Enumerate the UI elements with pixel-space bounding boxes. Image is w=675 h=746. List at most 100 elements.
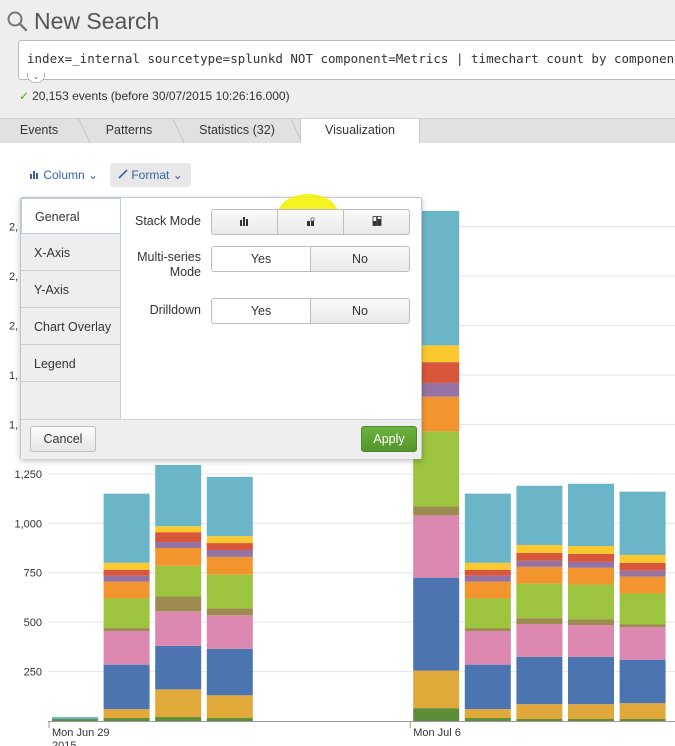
column-segment[interactable] <box>103 493 150 563</box>
column-segment[interactable] <box>206 695 253 719</box>
column-segment[interactable] <box>413 577 460 671</box>
column-segment[interactable] <box>568 561 614 568</box>
column-segment[interactable] <box>52 719 98 721</box>
column-segment[interactable] <box>464 598 511 629</box>
column-segment[interactable] <box>206 543 253 550</box>
column-segment[interactable] <box>464 628 511 632</box>
column-segment[interactable] <box>464 562 511 570</box>
search-query-input[interactable]: index=_internal sourcetype=splunkd NOT c… <box>18 40 675 80</box>
format-tab-x-axis[interactable]: X-Axis <box>21 235 120 271</box>
column-segment[interactable] <box>516 545 563 553</box>
column-segment[interactable] <box>568 483 614 547</box>
column-segment[interactable] <box>516 719 563 721</box>
format-tab-general[interactable]: General <box>21 198 121 234</box>
column-segment[interactable] <box>103 709 150 719</box>
column-segment[interactable] <box>103 628 150 632</box>
column-segment[interactable] <box>103 575 150 582</box>
chevron-down-icon[interactable]: ⌄ <box>27 73 45 83</box>
column-segment[interactable] <box>206 615 253 649</box>
tab-events[interactable]: Events <box>0 119 78 143</box>
column-segment[interactable] <box>155 542 202 549</box>
column-segment[interactable] <box>516 618 563 625</box>
search-query-text[interactable]: index=_internal sourcetype=splunkd NOT c… <box>27 51 675 66</box>
column-segment[interactable] <box>206 648 253 696</box>
column-segment[interactable] <box>103 581 150 599</box>
column-segment[interactable] <box>516 560 563 567</box>
column-segment[interactable] <box>464 575 511 582</box>
column-segment[interactable] <box>155 526 202 533</box>
column-segment[interactable] <box>568 656 614 705</box>
column-segment[interactable] <box>568 719 614 721</box>
multiseries-yes[interactable]: Yes <box>212 247 311 271</box>
column-segment[interactable] <box>413 515 460 578</box>
column-segment[interactable] <box>413 506 460 516</box>
apply-button[interactable]: Apply <box>361 426 417 452</box>
column-segment[interactable] <box>103 562 150 570</box>
column-segment[interactable] <box>516 552 563 561</box>
column-segment[interactable] <box>206 574 253 609</box>
column-segment[interactable] <box>568 584 614 620</box>
column-segment[interactable] <box>619 554 666 563</box>
column-segment[interactable] <box>568 619 614 626</box>
column-segment[interactable] <box>206 608 253 616</box>
column-segment[interactable] <box>516 583 563 619</box>
column-segment[interactable] <box>516 485 563 546</box>
column-segment[interactable] <box>619 491 666 555</box>
column-segment[interactable] <box>464 493 511 563</box>
column-segment[interactable] <box>619 719 666 721</box>
column-segment[interactable] <box>464 709 511 719</box>
column-segment[interactable] <box>413 708 460 721</box>
column-segment[interactable] <box>516 566 563 584</box>
column-segment[interactable] <box>568 553 614 562</box>
column-segment[interactable] <box>206 549 253 557</box>
column-segment[interactable] <box>568 567 614 585</box>
column-segment[interactable] <box>155 717 202 721</box>
column-segment[interactable] <box>206 556 253 575</box>
column-segment[interactable] <box>103 664 150 710</box>
column-segment[interactable] <box>619 659 666 704</box>
column-segment[interactable] <box>464 631 511 665</box>
column-segment[interactable] <box>155 464 202 527</box>
format-tab-chart-overlay[interactable]: Chart Overlay <box>21 309 120 345</box>
column-segment[interactable] <box>619 593 666 625</box>
column-segment[interactable] <box>516 624 563 657</box>
column-segment[interactable] <box>155 548 202 566</box>
column-segment[interactable] <box>619 570 666 577</box>
tab-patterns[interactable]: Patterns <box>90 119 168 143</box>
format-button[interactable]: Format ⌄ <box>110 163 191 187</box>
column-segment[interactable] <box>52 717 98 720</box>
stack-mode-unstacked[interactable] <box>212 210 278 234</box>
cancel-button[interactable]: Cancel <box>30 426 96 452</box>
column-segment[interactable] <box>155 532 202 543</box>
format-tab-legend[interactable]: Legend <box>21 346 120 382</box>
column-segment[interactable] <box>155 565 202 597</box>
multiseries-no[interactable]: No <box>311 247 409 271</box>
column-segment[interactable] <box>103 598 150 629</box>
column-segment[interactable] <box>155 611 202 646</box>
column-segment[interactable] <box>206 536 253 544</box>
format-tab-y-axis[interactable]: Y-Axis <box>21 272 120 308</box>
column-segment[interactable] <box>516 656 563 705</box>
column-segment[interactable] <box>155 645 202 690</box>
column-segment[interactable] <box>568 704 614 720</box>
stack-mode-stacked[interactable] <box>278 210 344 234</box>
column-segment[interactable] <box>619 627 666 660</box>
column-segment[interactable] <box>619 703 666 720</box>
column-segment[interactable] <box>206 718 253 721</box>
tab-statistics[interactable]: Statistics (32) <box>187 119 287 143</box>
column-segment[interactable] <box>568 625 614 657</box>
column-segment[interactable] <box>103 569 150 576</box>
column-segment[interactable] <box>619 624 666 628</box>
stack-mode-stacked100[interactable] <box>344 210 409 234</box>
column-segment[interactable] <box>464 581 511 599</box>
column-segment[interactable] <box>464 718 511 721</box>
stack-mode-control[interactable] <box>211 209 410 235</box>
column-segment[interactable] <box>464 569 511 576</box>
chart-type-button[interactable]: Column ⌄ <box>22 163 106 187</box>
column-segment[interactable] <box>155 689 202 718</box>
tab-visualization[interactable]: Visualization <box>300 119 420 144</box>
drilldown-control[interactable]: Yes No <box>211 298 410 324</box>
drilldown-no[interactable]: No <box>311 299 409 323</box>
column-segment[interactable] <box>103 631 150 665</box>
column-segment[interactable] <box>206 476 253 537</box>
